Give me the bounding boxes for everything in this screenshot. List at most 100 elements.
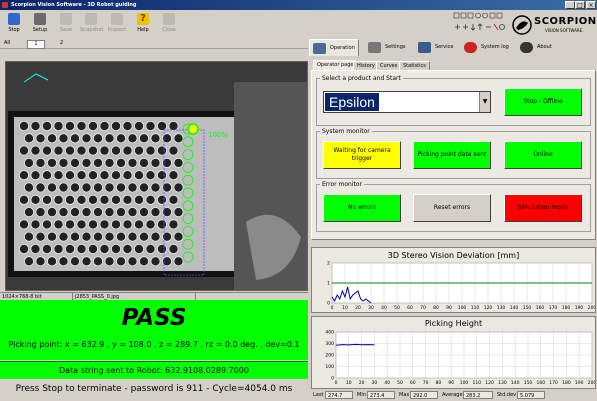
tray-hole bbox=[65, 121, 76, 132]
system-monitor-label: System monitor bbox=[320, 128, 372, 135]
tray-hole bbox=[58, 207, 69, 218]
tray-hole bbox=[88, 194, 99, 205]
logo-text: SCORPION bbox=[534, 16, 597, 27]
maximize-button[interactable]: □ bbox=[575, 1, 585, 9]
scorpion-logo: SCORPION VISION SOFTWARE. bbox=[512, 13, 596, 37]
system-monitor-group: System monitor Waiting for camera trigge… bbox=[316, 128, 591, 179]
tray-hole bbox=[156, 219, 167, 230]
power-icon bbox=[163, 13, 175, 25]
y-tick-label: 1 bbox=[327, 281, 330, 287]
tray-hole bbox=[47, 182, 58, 193]
tray-hole bbox=[23, 231, 34, 242]
minimize-button[interactable]: _ bbox=[565, 1, 575, 9]
tray-hole bbox=[122, 243, 133, 254]
y-tick-label: 300 bbox=[325, 341, 334, 347]
tray-hole bbox=[47, 256, 58, 267]
move-icon bbox=[455, 24, 460, 30]
tray-hole bbox=[116, 157, 127, 168]
tray-hole bbox=[133, 121, 144, 132]
tray-hole bbox=[99, 145, 110, 156]
x-tick-label: 130 bbox=[497, 305, 506, 311]
tab-service[interactable]: Service bbox=[415, 39, 457, 56]
tray-hole bbox=[93, 133, 104, 144]
camera-image[interactable]: 100% bbox=[5, 61, 308, 291]
tray-hole bbox=[145, 219, 156, 230]
zoom-all[interactable]: All bbox=[2, 40, 12, 47]
x-tick-label: 170 bbox=[549, 380, 558, 386]
tray-hole bbox=[35, 231, 46, 242]
reset-errors-button[interactable]: Reset errors bbox=[413, 194, 491, 222]
stop-offline-button[interactable]: Stop - Offline bbox=[504, 88, 582, 116]
save-button[interactable]: Save bbox=[55, 12, 77, 38]
arrow-down-icon bbox=[470, 24, 476, 31]
help-button[interactable]: ? Help bbox=[132, 12, 154, 38]
zoom-bar: All 1 2 bbox=[0, 39, 308, 49]
tray-hole bbox=[70, 157, 81, 168]
height-chart-title: Picking Height bbox=[424, 319, 483, 328]
snapshot-button[interactable]: Snapshot bbox=[80, 12, 103, 38]
close-window-button[interactable]: × bbox=[586, 1, 596, 9]
tray-hole bbox=[138, 207, 149, 218]
x-tick-label: 140 bbox=[510, 305, 519, 311]
tray-hole bbox=[88, 145, 99, 156]
stop-button[interactable]: Stop bbox=[3, 12, 25, 38]
tray-hole bbox=[93, 157, 104, 168]
info-icon bbox=[520, 42, 533, 53]
settings-icon bbox=[368, 42, 381, 53]
operator-page: Select a product and Start Epsilon ▼ Sto… bbox=[311, 70, 596, 240]
tab-settings[interactable]: Settings bbox=[365, 39, 409, 56]
x-tick-label: 110 bbox=[473, 380, 482, 386]
settings-small-icon bbox=[482, 12, 488, 19]
x-tick-label: 100 bbox=[458, 305, 467, 311]
tray-hole bbox=[138, 182, 149, 193]
chevron-down-icon[interactable]: ▼ bbox=[479, 92, 490, 112]
tray-hole bbox=[127, 207, 138, 218]
tray-hole bbox=[145, 194, 156, 205]
x-tick-label: 140 bbox=[511, 380, 520, 386]
setup-button[interactable]: Setup bbox=[29, 12, 51, 38]
tab-system-log[interactable]: System log bbox=[461, 39, 513, 56]
tray-hole bbox=[111, 194, 122, 205]
error-monitor-group: Error monitor No errors Reset errors Sim… bbox=[316, 181, 591, 232]
tab-operation[interactable]: Operation bbox=[309, 39, 359, 56]
tray-hole bbox=[127, 182, 138, 193]
average-value: 283.2 bbox=[463, 391, 493, 399]
tray-hole bbox=[65, 243, 76, 254]
tab-about[interactable]: About bbox=[517, 39, 557, 56]
zoom-1[interactable]: 1 bbox=[27, 40, 45, 49]
setup-icon bbox=[34, 13, 46, 25]
tray-hole bbox=[18, 219, 29, 230]
close-button[interactable]: Close bbox=[158, 12, 180, 38]
tray-hole bbox=[138, 157, 149, 168]
y-tick-label: 400 bbox=[325, 330, 334, 336]
tray-hole bbox=[53, 243, 64, 254]
tray-hole bbox=[173, 133, 184, 144]
picking-point-text: Picking point: x = 632.9 , y = 108.0 , z… bbox=[8, 340, 300, 349]
waiting-indicator: Waiting for camera trigger bbox=[323, 141, 401, 169]
no-errors-indicator: No errors bbox=[323, 194, 401, 222]
tray-hole bbox=[81, 231, 92, 242]
product-group-label: Select a product and Start bbox=[320, 75, 403, 82]
tray-hole bbox=[122, 145, 133, 156]
tray-hole bbox=[133, 194, 144, 205]
crosshair-icon bbox=[463, 24, 468, 30]
tray-hole bbox=[116, 231, 127, 242]
error-monitor-label: Error monitor bbox=[320, 181, 365, 188]
tray-hole bbox=[47, 133, 58, 144]
tray-hole bbox=[76, 121, 87, 132]
x-tick-label: 90 bbox=[448, 380, 454, 386]
tray-hole bbox=[111, 219, 122, 230]
tray-hole bbox=[53, 170, 64, 181]
inspect-button[interactable]: Inspect bbox=[106, 12, 128, 38]
tray-hole bbox=[122, 219, 133, 230]
warning-icon bbox=[464, 42, 477, 53]
tray-hole bbox=[30, 219, 41, 230]
tray-hole bbox=[111, 145, 122, 156]
min-label: Min bbox=[357, 392, 366, 398]
product-select[interactable]: Epsilon ▼ bbox=[323, 91, 491, 113]
tray-hole bbox=[133, 219, 144, 230]
stop-icon bbox=[8, 13, 20, 25]
tray-hole bbox=[35, 157, 46, 168]
zoom-2[interactable]: 2 bbox=[58, 40, 65, 47]
tray-hole bbox=[168, 243, 179, 254]
